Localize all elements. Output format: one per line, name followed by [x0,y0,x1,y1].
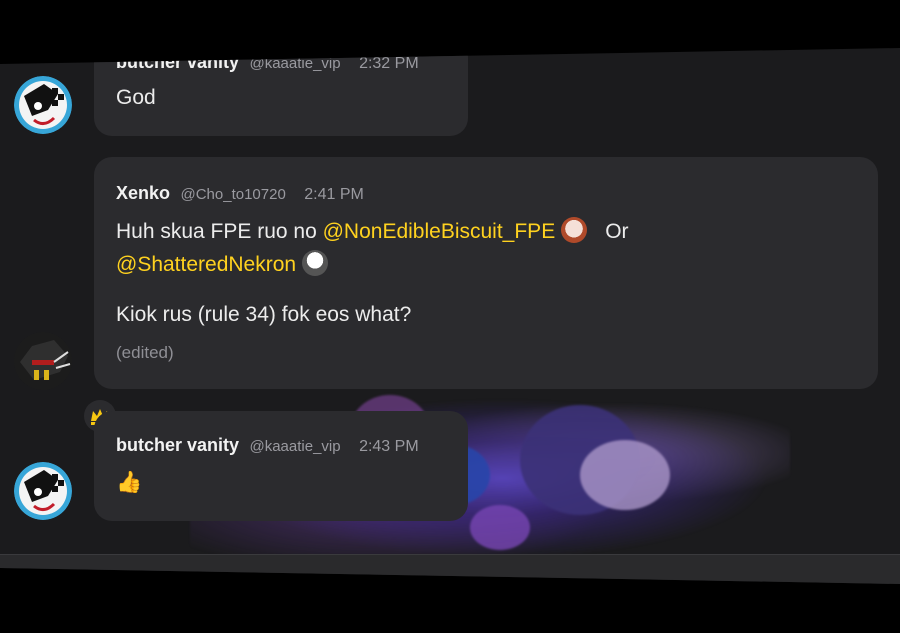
mention-shatterednekron[interactable]: @ShatteredNekron [116,253,296,276]
chat-screen: butcher vanity @kaaatie_vip 2:32 PM God … [0,48,900,584]
message-text: Huh skua FPE ruo no [116,220,323,243]
message-header: butcher vanity @kaaatie_vip 2:43 PM [116,435,419,456]
thumbs-up-emoji: 👍 [116,471,143,494]
avatar-butcher-vanity[interactable] [14,76,72,134]
message-text-line: Huh skua FPE ruo no @NonEdibleBiscuit_FP… [116,217,629,244]
message-text: Or [605,220,629,243]
timestamp: 2:41 PM [304,186,364,203]
author-handle: @Cho_to10720 [180,186,286,203]
message-bubble[interactable]: butcher vanity @kaaatie_vip 2:43 PM 👍 [94,411,468,521]
message-text-line: @ShatteredNekron [116,250,329,277]
edited-label: (edited) [116,343,174,362]
message-bubble[interactable]: butcher vanity @kaaatie_vip 2:32 PM God [94,48,468,136]
author-name[interactable]: Xenko [116,183,170,203]
avatar-xenko[interactable] [14,332,72,390]
author-handle: @kaaatie_vip [249,438,341,455]
mention-avatar-icon [561,217,588,243]
message-bubble[interactable]: Xenko @Cho_to10720 2:41 PM Huh skua FPE … [94,157,878,389]
mention-avatar-icon [302,250,329,276]
author-handle: @kaaatie_vip [249,55,341,72]
author-name[interactable]: butcher vanity [116,52,239,72]
timestamp: 2:43 PM [359,438,419,455]
message-input-bar[interactable] [0,554,900,584]
mention-nonediblebiscuit[interactable]: @NonEdibleBiscuit_FPE [323,220,556,243]
avatar-butcher-vanity[interactable] [14,462,72,520]
author-name[interactable]: butcher vanity [116,435,239,455]
message-text: God [116,86,156,109]
message-header: Xenko @Cho_to10720 2:41 PM [116,183,364,204]
message-header: butcher vanity @kaaatie_vip 2:32 PM [116,52,419,73]
timestamp: 2:32 PM [359,55,419,72]
message-text: Kiok rus (rule 34) fok eos what? [116,303,412,326]
